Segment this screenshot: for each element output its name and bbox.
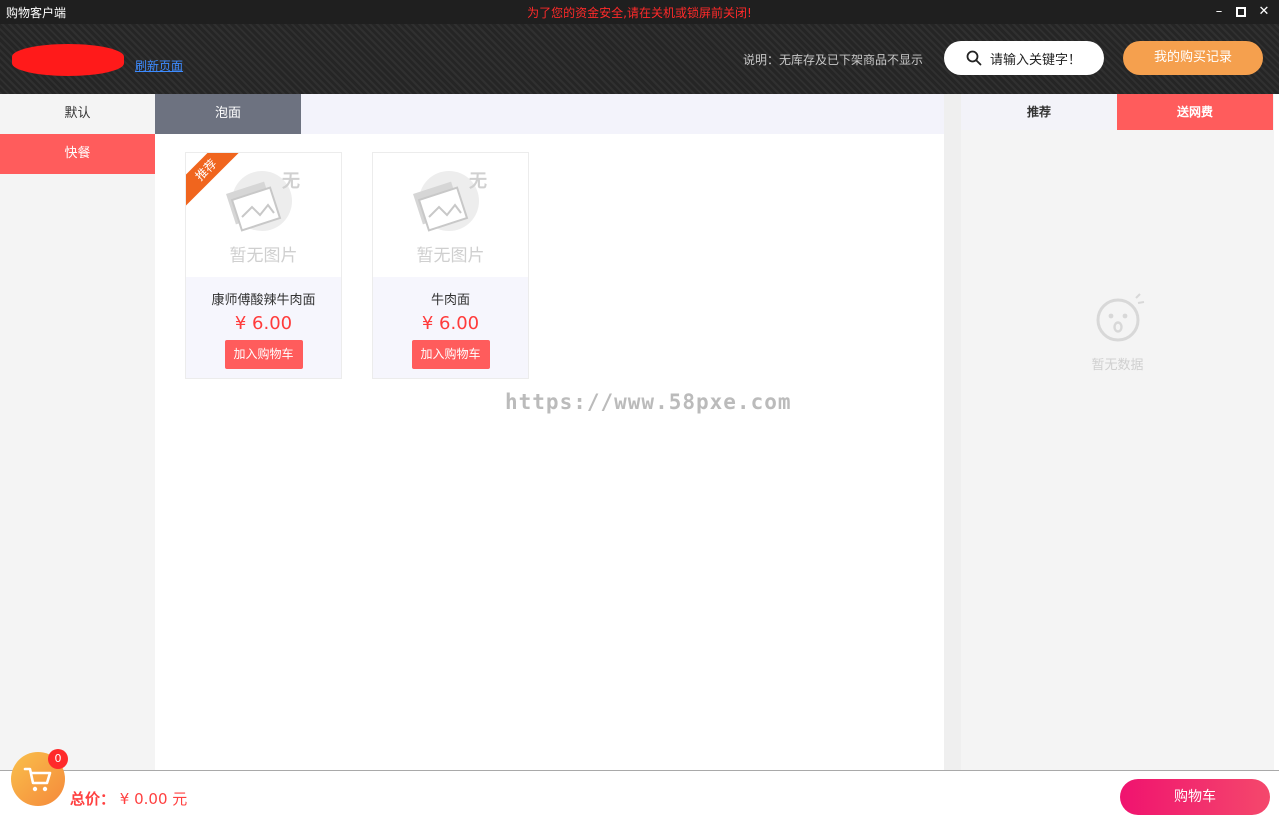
sidebar-item-fastfood[interactable]: 快餐 bbox=[0, 134, 155, 174]
refresh-link[interactable]: 刷新页面 bbox=[135, 57, 183, 74]
recommend-panel: 推荐 送网费 暂无数据 bbox=[961, 94, 1274, 770]
no-image-icon: 无 bbox=[413, 171, 487, 232]
product-name: 牛肉面 bbox=[430, 293, 470, 308]
product-image: 无 暂无图片 推荐 bbox=[186, 153, 341, 277]
no-image-glyph: 无 bbox=[469, 171, 487, 192]
search-button[interactable]: 请输入关键字！ bbox=[944, 41, 1104, 75]
minimize-button[interactable]: – bbox=[1207, 0, 1231, 24]
search-label: 请输入关键字！ bbox=[990, 52, 1082, 68]
purchase-record-button[interactable]: 我的购买记录 bbox=[1123, 41, 1263, 75]
footer-bar bbox=[0, 770, 1279, 824]
no-image-text: 暂无图片 bbox=[229, 246, 298, 266]
product-name: 康师傅酸辣牛肉面 bbox=[211, 293, 316, 308]
panel-divider bbox=[944, 94, 961, 770]
empty-state-text: 暂无数据 bbox=[1091, 358, 1144, 373]
no-image-icon: 无 bbox=[226, 171, 300, 232]
sidebar-item-default[interactable]: 默认 bbox=[0, 94, 155, 134]
cart-count-badge: 0 bbox=[48, 749, 68, 769]
stock-note: 说明：无库存及已下架商品不显示 bbox=[743, 53, 924, 67]
add-to-cart-button[interactable]: 加入购物车 bbox=[224, 340, 303, 369]
product-panel: 泡面 无 暂无图片 推荐 康师傅酸辣牛肉面 ¥ 6.00 加入购物车 无 暂无图… bbox=[155, 94, 944, 770]
no-image-text: 暂无图片 bbox=[416, 246, 485, 266]
product-card[interactable]: 无 暂无图片 推荐 康师傅酸辣牛肉面 ¥ 6.00 加入购物车 bbox=[185, 152, 342, 379]
product-price: ¥ 6.00 bbox=[234, 313, 293, 334]
header: 刷新页面 说明：无库存及已下架商品不显示 请输入关键字！ 我的购买记录 bbox=[0, 24, 1279, 94]
tab-recommend[interactable]: 推荐 bbox=[961, 94, 1117, 130]
category-sidebar: 默认 快餐 bbox=[0, 94, 155, 770]
recommend-tabs: 推荐 送网费 bbox=[961, 94, 1274, 130]
maximize-icon bbox=[1236, 7, 1246, 17]
search-icon bbox=[966, 50, 982, 66]
product-image: 无 暂无图片 bbox=[373, 153, 528, 277]
total-price: 总价： ¥ 0.00 元 bbox=[70, 788, 187, 809]
subcategory-tabs: 泡面 bbox=[155, 94, 944, 134]
product-price: ¥ 6.00 bbox=[421, 313, 480, 334]
tab-instant-noodles[interactable]: 泡面 bbox=[155, 94, 301, 134]
avatar bbox=[12, 44, 124, 76]
title-bar: 购物客户端 为了您的资金安全,请在关机或锁屏前关闭! – ✕ bbox=[0, 0, 1279, 24]
close-button[interactable]: ✕ bbox=[1252, 0, 1276, 24]
total-label: 总价： bbox=[70, 790, 116, 808]
product-card[interactable]: 无 暂无图片 牛肉面 ¥ 6.00 加入购物车 bbox=[372, 152, 529, 379]
cart-icon bbox=[23, 767, 52, 792]
tab-free-net-fee[interactable]: 送网费 bbox=[1117, 94, 1273, 130]
watermark: https://www.58pxe.com bbox=[505, 390, 792, 414]
empty-face-icon bbox=[1096, 293, 1145, 342]
add-to-cart-button[interactable]: 加入购物车 bbox=[411, 340, 490, 369]
no-image-glyph: 无 bbox=[282, 171, 300, 192]
maximize-button[interactable] bbox=[1229, 0, 1253, 24]
cart-button[interactable]: 购物车 bbox=[1120, 779, 1270, 815]
total-value: ¥ 0.00 元 bbox=[119, 790, 188, 808]
security-warning: 为了您的资金安全,请在关机或锁屏前关闭! bbox=[527, 6, 752, 20]
